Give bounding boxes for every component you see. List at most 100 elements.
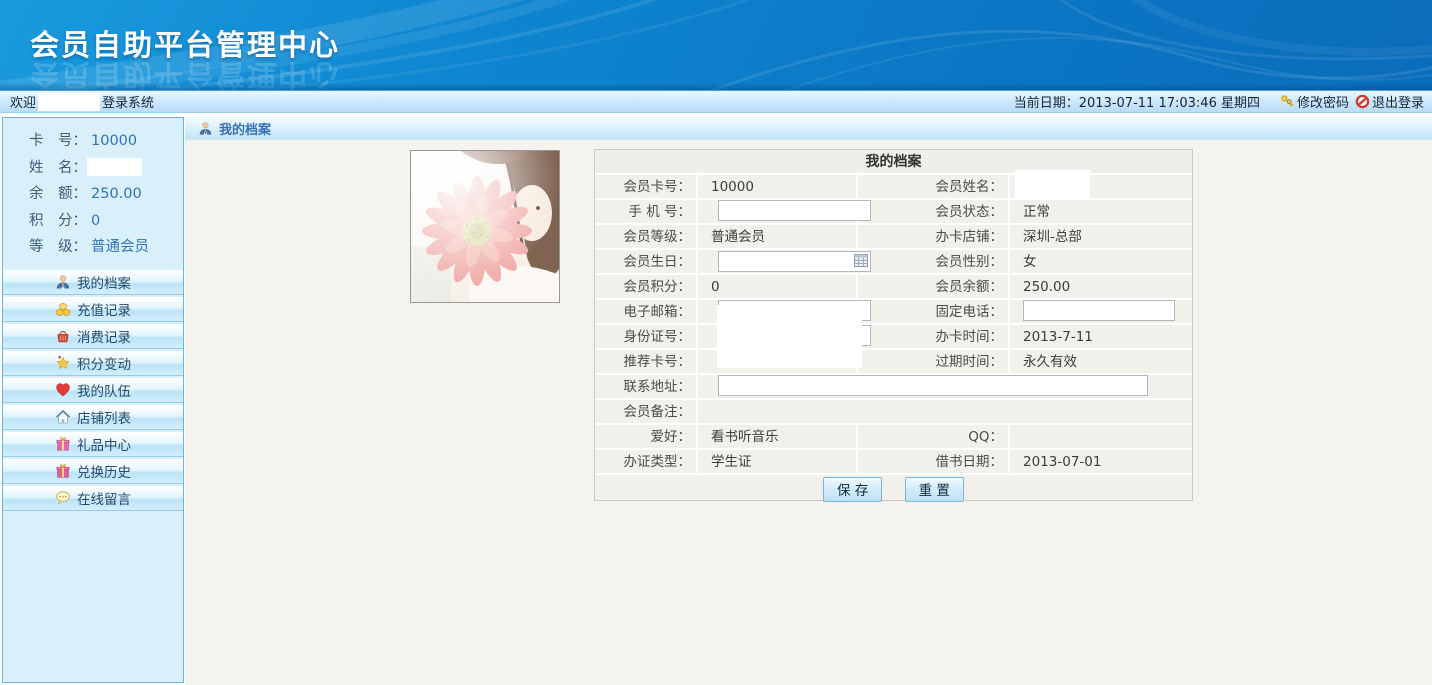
logout-block-icon	[1355, 94, 1370, 109]
field-label: 手 机 号：	[595, 200, 698, 225]
app-title-reflection: 会员自助平台管理中心	[30, 56, 340, 90]
card-no-value: 10000	[698, 175, 858, 200]
member-photo-image	[411, 151, 559, 302]
change-password-link[interactable]: 修改密码	[1280, 92, 1349, 111]
form-row-address: 联系地址：	[595, 375, 1192, 400]
field-label: 会员状态：	[858, 200, 1010, 225]
keys-icon	[1280, 94, 1295, 109]
info-card-no: 卡 号：10000	[29, 128, 183, 155]
change-password-label: 修改密码	[1297, 92, 1349, 111]
shop-value: 深圳-总部	[1010, 225, 1192, 250]
sidebar-item-online-message[interactable]: 在线留言	[3, 486, 183, 511]
logout-label: 退出登录	[1372, 92, 1424, 111]
remark-value	[698, 400, 1192, 425]
star-medal-icon	[55, 355, 71, 371]
menu-label: 我的队伍	[77, 380, 131, 400]
cert-type-value: 学生证	[698, 450, 858, 475]
phone-input[interactable]	[1023, 300, 1175, 321]
field-label: 爱好：	[595, 425, 698, 450]
censored-member-name	[87, 158, 142, 176]
field-label: 电子邮箱：	[595, 300, 698, 325]
form-row-hobby-qq: 爱好： 看书听音乐 QQ：	[595, 425, 1192, 450]
birthday-input[interactable]	[718, 251, 871, 272]
member-info-panel: 卡 号：10000 姓 名： 余 额：250.00 积 分：0 等 级：普通会员	[3, 118, 183, 267]
mobile-input[interactable]	[718, 200, 871, 221]
info-balance: 余 额：250.00	[29, 181, 183, 208]
form-row-cardno-name: 会员卡号： 10000 会员姓名：	[595, 175, 1192, 200]
sidebar-item-consumption-records[interactable]: 消费记录	[3, 324, 183, 349]
address-input[interactable]	[718, 375, 1148, 396]
field-label: 办卡店铺：	[858, 225, 1010, 250]
card-date-value: 2013-7-11	[1010, 325, 1192, 350]
calendar-icon[interactable]	[854, 254, 868, 267]
censored-username	[38, 93, 100, 111]
content-area: 我的档案	[185, 117, 1432, 685]
field-label: 会员备注：	[595, 400, 698, 425]
sidebar-item-my-profile[interactable]: 我的档案	[3, 270, 183, 295]
topbar: 欢迎 登录系统 当前日期：2013-07-11 17:03:46 星期四 修改密…	[0, 90, 1432, 113]
sidebar-item-shop-list[interactable]: 店铺列表	[3, 405, 183, 430]
basket-icon	[55, 328, 71, 344]
field-label: 借书日期：	[858, 450, 1010, 475]
birthday-cell	[698, 250, 858, 275]
field-label: 会员卡号：	[595, 175, 698, 200]
form-row-mobile-status: 手 机 号： 会员状态： 正常	[595, 200, 1192, 225]
reset-button[interactable]: 重 置	[905, 477, 964, 502]
gift-history-icon	[55, 463, 71, 479]
welcome-prefix: 欢迎	[10, 92, 36, 111]
mobile-cell	[698, 200, 858, 225]
sidebar-item-recharge-records[interactable]: 充值记录	[3, 297, 183, 322]
form-row-level-shop: 会员等级： 普通会员 办卡店铺： 深圳-总部	[595, 225, 1192, 250]
field-label: 过期时间：	[858, 350, 1010, 375]
expire-value: 永久有效	[1010, 350, 1192, 375]
gift-icon	[55, 436, 71, 452]
field-label: 会员性别：	[858, 250, 1010, 275]
form-row-email-phone: 电子邮箱： 固定电话：	[595, 300, 1192, 325]
address-cell	[698, 375, 1192, 400]
save-button[interactable]: 保 存	[823, 477, 882, 502]
form-title: 我的档案	[595, 150, 1192, 175]
field-label: 办卡时间：	[858, 325, 1010, 350]
field-label: 会员生日：	[595, 250, 698, 275]
user-icon	[198, 121, 213, 136]
menu-label: 消费记录	[77, 326, 131, 346]
info-points: 积 分：0	[29, 208, 183, 235]
chat-bubble-icon	[55, 490, 71, 506]
phone-cell	[1010, 300, 1192, 325]
sidebar-item-my-team[interactable]: 我的队伍	[3, 378, 183, 403]
form-row-id-carddate: 身份证号： 办卡时间： 2013-7-11	[595, 325, 1192, 350]
balance-value: 250.00	[1010, 275, 1192, 300]
user-icon	[55, 274, 71, 290]
member-photo	[410, 150, 560, 303]
form-row-certtype-borrowdate: 办证类型： 学生证 借书日期： 2013-07-01	[595, 450, 1192, 475]
field-label: 固定电话：	[858, 300, 1010, 325]
field-label: 会员积分：	[595, 275, 698, 300]
field-label: 办证类型：	[595, 450, 698, 475]
field-label: 身份证号：	[595, 325, 698, 350]
borrow-date-value: 2013-07-01	[1010, 450, 1192, 475]
home-icon	[55, 409, 71, 425]
menu-label: 我的档案	[77, 272, 131, 292]
form-row-remark: 会员备注：	[595, 400, 1192, 425]
sidebar-menu: 我的档案 充值记录 消费记录	[3, 270, 183, 511]
level-value: 普通会员	[698, 225, 858, 250]
welcome-suffix: 登录系统	[102, 92, 154, 111]
menu-label: 在线留言	[77, 488, 131, 508]
form-row-birthday-gender: 会员生日： 会员性别： 女	[595, 250, 1192, 275]
field-label: 会员姓名：	[858, 175, 1010, 200]
sidebar-item-exchange-history[interactable]: 兑换历史	[3, 459, 183, 484]
field-label: 联系地址：	[595, 375, 698, 400]
field-label: 推荐卡号：	[595, 350, 698, 375]
coins-icon	[55, 301, 71, 317]
menu-label: 积分变动	[77, 353, 131, 373]
breadcrumb-label: 我的档案	[219, 119, 271, 138]
status-value: 正常	[1010, 200, 1192, 225]
censored-email-id-region	[717, 305, 862, 368]
logout-link[interactable]: 退出登录	[1355, 92, 1424, 111]
sidebar-item-gift-center[interactable]: 礼品中心	[3, 432, 183, 457]
form-row-buttons: 保 存 重 置	[595, 475, 1192, 500]
breadcrumb: 我的档案	[185, 117, 1432, 140]
points-value: 0	[698, 275, 858, 300]
field-label: 会员等级：	[595, 225, 698, 250]
sidebar-item-points-changes[interactable]: 积分变动	[3, 351, 183, 376]
